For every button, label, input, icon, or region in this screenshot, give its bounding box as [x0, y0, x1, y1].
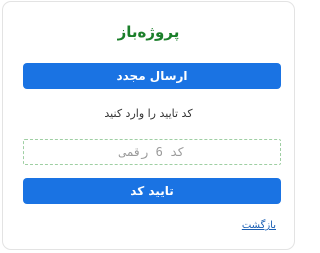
brand-logo: پروژه‌باز — [117, 23, 180, 41]
verification-card: پروژه‌باز ارسال مجدد کد تایید را وارد کن… — [2, 1, 295, 250]
resend-code-button[interactable]: ارسال مجدد — [23, 63, 281, 89]
back-link[interactable]: بازگشت — [242, 220, 276, 231]
verification-code-input[interactable] — [23, 139, 281, 165]
confirm-code-button[interactable]: تایید کد — [23, 178, 281, 204]
verification-prompt: کد تایید را وارد کنید — [104, 107, 193, 120]
